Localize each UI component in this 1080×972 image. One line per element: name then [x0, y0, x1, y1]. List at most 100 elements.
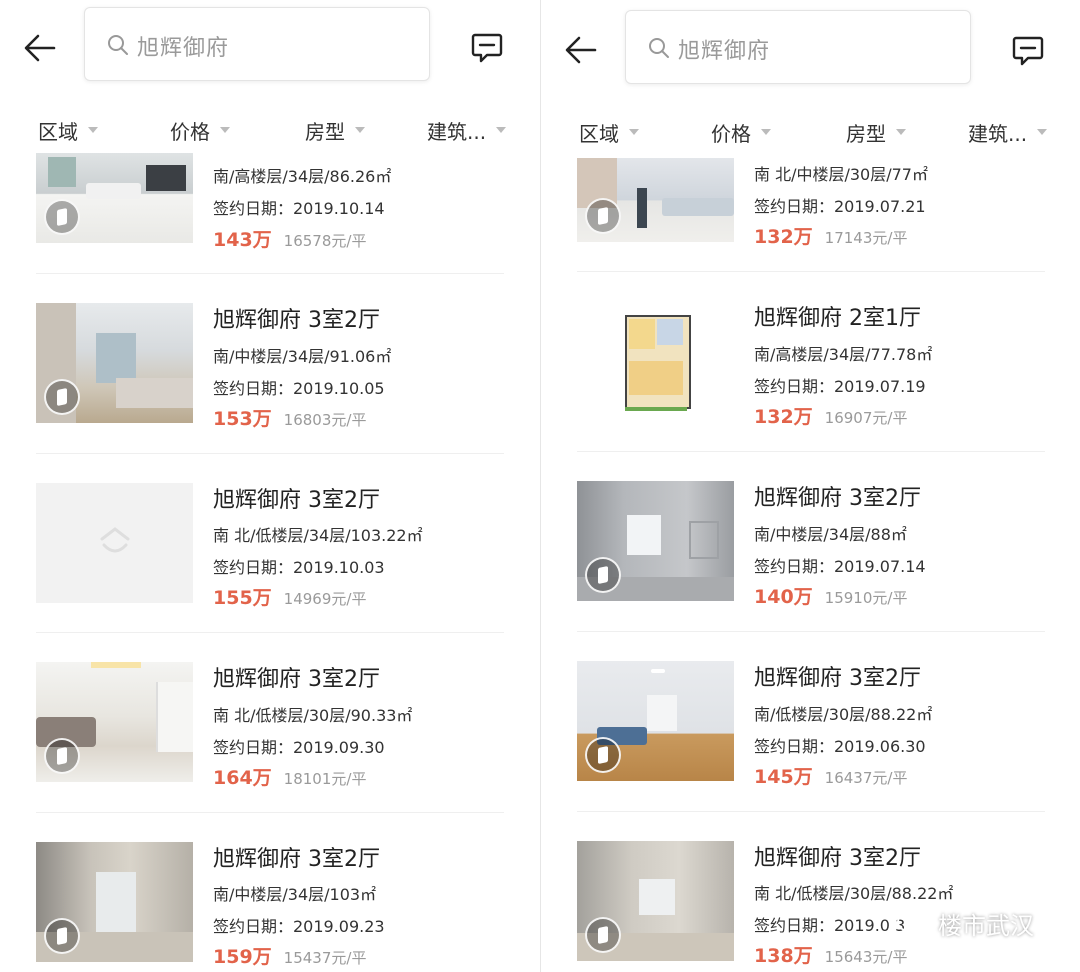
- vr-tour-icon: [44, 918, 80, 954]
- listing-photo: [577, 481, 734, 601]
- vr-tour-icon: [585, 737, 621, 773]
- search-input[interactable]: 旭辉御府: [625, 10, 971, 84]
- vr-tour-icon: [44, 738, 80, 774]
- sign-date: 签约日期：2019.0 3: [754, 916, 906, 935]
- caret-down-icon: [761, 129, 771, 135]
- filter-district[interactable]: 区域: [579, 112, 639, 152]
- total-price: 155万: [213, 587, 272, 609]
- listing-info: 南 北/低楼层/34层/103.22㎡: [213, 526, 423, 545]
- unit-price: 16437元/平: [824, 769, 908, 787]
- filter-price[interactable]: 价格: [711, 112, 771, 152]
- listing-title: 旭辉御府 2室1厅: [754, 306, 921, 331]
- floor-plan-image: [577, 301, 734, 421]
- sign-date: 签约日期：2019.09.23: [213, 917, 385, 936]
- listing-title: 旭辉御府 3室2厅: [754, 846, 921, 871]
- sign-date: 签约日期：2019.09.30: [213, 738, 385, 757]
- filter-label: 区域: [579, 121, 619, 146]
- divider: [36, 812, 504, 813]
- total-price: 132万: [754, 226, 813, 248]
- listing-photo: [36, 842, 193, 962]
- listing-title: 旭辉御府 3室2厅: [213, 667, 380, 692]
- filter-label: 房型: [305, 119, 345, 144]
- listing-info: 南/中楼层/34层/91.06㎡: [213, 347, 392, 366]
- listing-info: 南 北/中楼层/30层/77㎡: [754, 165, 928, 184]
- total-price: 159万: [213, 946, 272, 968]
- total-price: 138万: [754, 945, 813, 967]
- unit-price: 16803元/平: [283, 411, 367, 429]
- watermark: 楼市武汉: [896, 906, 1034, 941]
- sign-date: 签约日期：2019.07.21: [754, 197, 926, 216]
- sign-date: 签约日期：2019.10.14: [213, 199, 385, 218]
- total-price: 143万: [213, 229, 272, 251]
- vr-tour-icon: [585, 917, 621, 953]
- watermark-text: 楼市武汉: [938, 912, 1034, 940]
- listing-title: 旭辉御府 3室2厅: [213, 308, 380, 333]
- listing-photo-placeholder: [36, 483, 193, 603]
- sign-date: 签约日期：2019.06.30: [754, 737, 926, 756]
- filter-layout[interactable]: 房型: [846, 112, 906, 152]
- right-panel: 旭辉御府 区域 价格 房型 建筑... 南 北/中楼层/30层/77㎡ 签约日期…: [541, 0, 1080, 972]
- search-icon: [649, 38, 669, 58]
- filter-building[interactable]: 建筑...: [968, 112, 1048, 152]
- filter-label: 价格: [170, 119, 210, 144]
- total-price: 153万: [213, 408, 272, 430]
- filter-layout[interactable]: 房型: [305, 110, 365, 150]
- sign-date: 签约日期：2019.10.03: [213, 558, 385, 577]
- total-price: 132万: [754, 406, 813, 428]
- vr-tour-icon: [44, 199, 80, 235]
- placeholder-logo-icon: [100, 527, 130, 553]
- unit-price: 18101元/平: [283, 770, 367, 788]
- listing-info: 南/低楼层/30层/88.22㎡: [754, 705, 933, 724]
- caret-down-icon: [355, 127, 365, 133]
- filter-bar: 区域 价格 房型 建筑...: [0, 110, 540, 150]
- unit-price: 15910元/平: [824, 589, 908, 607]
- filter-label: 区域: [38, 119, 78, 144]
- unit-price: 16578元/平: [283, 232, 367, 250]
- top-bar: 旭辉御府: [541, 0, 1080, 100]
- filter-district[interactable]: 区域: [38, 110, 98, 150]
- filter-price[interactable]: 价格: [170, 110, 230, 150]
- caret-down-icon: [220, 127, 230, 133]
- caret-down-icon: [88, 127, 98, 133]
- caret-down-icon: [896, 129, 906, 135]
- unit-price: 16907元/平: [824, 409, 908, 427]
- caret-down-icon: [1037, 129, 1048, 135]
- sign-date: 签约日期：2019.10.05: [213, 379, 385, 398]
- total-price: 164万: [213, 767, 272, 789]
- listing-info: 南 北/低楼层/30层/90.33㎡: [213, 706, 413, 725]
- caret-down-icon: [496, 127, 507, 133]
- unit-price: 14969元/平: [283, 590, 367, 608]
- listing-title: 旭辉御府 3室2厅: [754, 666, 921, 691]
- sign-date: 签约日期：2019.07.14: [754, 557, 926, 576]
- back-arrow-icon[interactable]: [22, 30, 58, 66]
- listing-photo: [36, 662, 193, 782]
- total-price: 145万: [754, 766, 813, 788]
- listing-title: 旭辉御府 3室2厅: [213, 488, 380, 513]
- sign-date: 签约日期：2019.07.19: [754, 377, 926, 396]
- divider: [577, 631, 1045, 632]
- filter-bar: 区域 价格 房型 建筑...: [541, 112, 1080, 152]
- back-arrow-icon[interactable]: [563, 32, 599, 68]
- divider: [577, 271, 1045, 272]
- listing-photo: [36, 153, 193, 243]
- search-input[interactable]: 旭辉御府: [84, 7, 430, 81]
- message-icon[interactable]: [470, 30, 504, 64]
- listing-info: 南/中楼层/34层/103㎡: [213, 885, 377, 904]
- divider: [577, 451, 1045, 452]
- listing-photo: [577, 158, 734, 242]
- unit-price: 15643元/平: [824, 948, 908, 966]
- caret-down-icon: [629, 129, 639, 135]
- filter-label: 房型: [846, 121, 886, 146]
- wechat-icon: [897, 911, 929, 935]
- message-icon[interactable]: [1011, 33, 1045, 67]
- search-icon: [108, 35, 128, 55]
- filter-building[interactable]: 建筑...: [427, 110, 507, 150]
- divider: [577, 811, 1045, 812]
- left-panel: 旭辉御府 区域 价格 房型 建筑... 南/高楼层/34层/86.26㎡ 签约日…: [0, 0, 540, 972]
- listing-title: 旭辉御府 3室2厅: [754, 486, 921, 511]
- listing-title: 旭辉御府 3室2厅: [213, 847, 380, 872]
- search-text: 旭辉御府: [137, 36, 230, 61]
- search-text: 旭辉御府: [678, 39, 771, 64]
- unit-price: 15437元/平: [283, 949, 367, 967]
- listing-info: 南 北/低楼层/30层/88.22㎡: [754, 884, 954, 903]
